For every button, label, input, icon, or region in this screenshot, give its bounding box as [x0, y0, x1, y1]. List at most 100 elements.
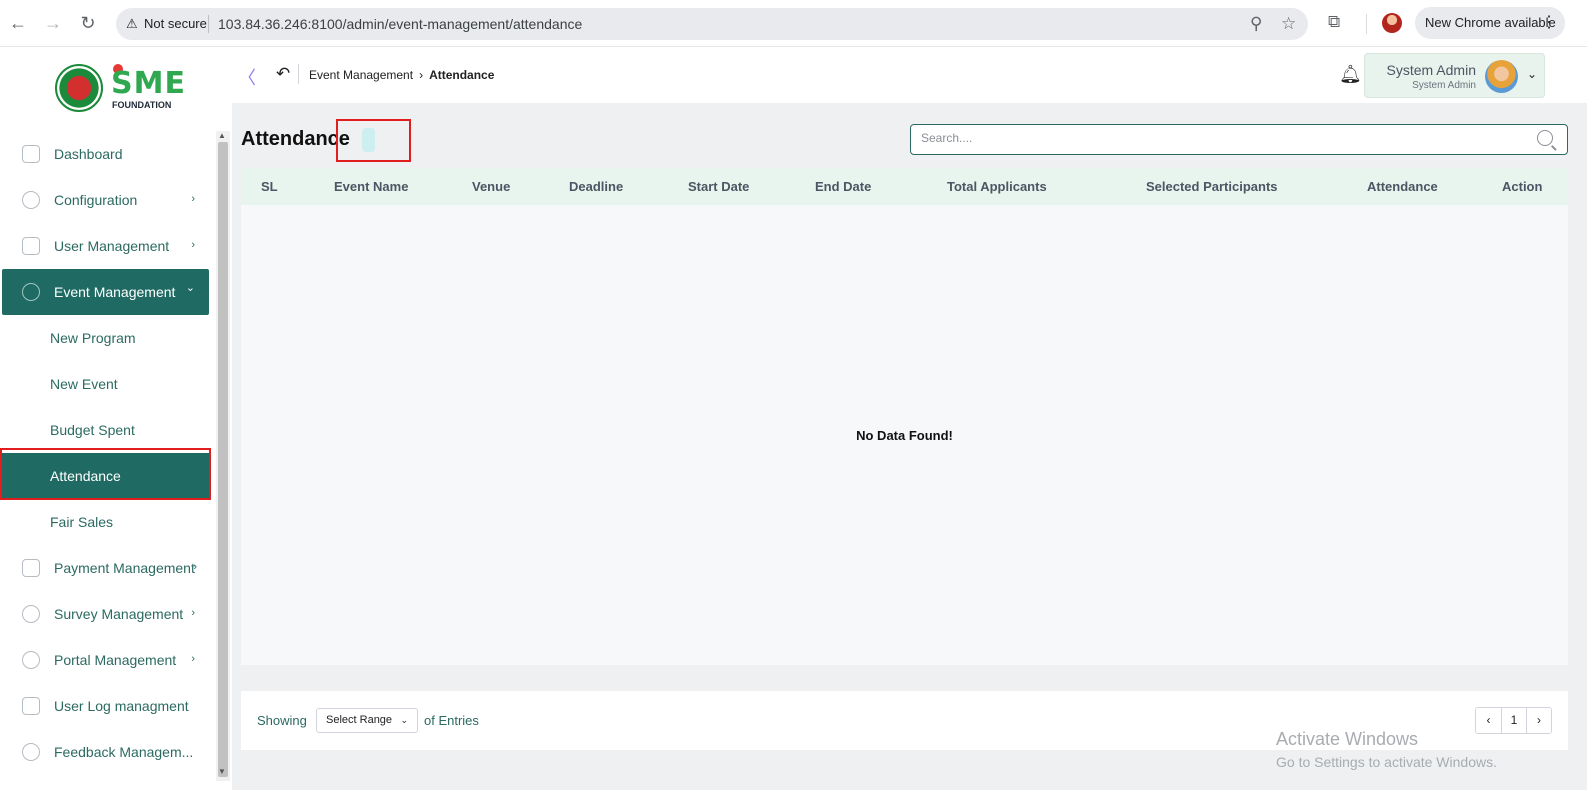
- sidebar-subitem-fair-sales[interactable]: Fair Sales: [2, 499, 209, 545]
- sidebar-subitem-label: New Event: [50, 376, 118, 392]
- avatar: [1485, 60, 1518, 93]
- sidebar-item-label: Feedback Managem...: [54, 744, 194, 760]
- activate-windows-title: Activate Windows: [1276, 729, 1419, 749]
- sidebar-subitem-budget-spent[interactable]: Budget Spent: [2, 407, 209, 453]
- page-number-button[interactable]: 1: [1501, 708, 1526, 733]
- back-icon[interactable]: ←: [7, 12, 29, 34]
- column-header-venue: Venue: [472, 179, 511, 194]
- column-header-total-applicants: Total Applicants: [947, 179, 1047, 194]
- update-chrome-button[interactable]: New Chrome available ⋮: [1415, 7, 1565, 39]
- column-header-start-date: Start Date: [688, 179, 750, 194]
- column-header-action: Action: [1502, 179, 1543, 194]
- chevron-down-icon: ⌄: [185, 282, 195, 294]
- prev-page-button[interactable]: ‹: [1476, 708, 1501, 733]
- range-select[interactable]: Select Range ⌄: [316, 708, 418, 733]
- chevron-right-icon: ›: [191, 653, 195, 665]
- sidebar-item-survey-management[interactable]: Survey Management ›: [2, 591, 209, 637]
- chevron-down-icon: ⌄: [400, 715, 408, 725]
- breadcrumb-current: Attendance: [429, 68, 495, 82]
- sidebar-item-user-management[interactable]: User Management ›: [2, 223, 209, 269]
- sidebar-scroll-thumb[interactable]: [218, 142, 228, 777]
- sidebar-item-label: Event Management: [54, 284, 176, 300]
- toolbar-divider: [1366, 14, 1367, 34]
- forward-icon[interactable]: →: [42, 12, 64, 34]
- showing-label: Showing: [257, 713, 307, 728]
- address-bar[interactable]: ⚠ Not secure 103.84.36.246:8100/admin/ev…: [116, 8, 1308, 40]
- chevron-down-icon: ⌄: [1527, 67, 1538, 81]
- collapse-sidebar-icon[interactable]: 〈: [238, 64, 256, 90]
- sidebar-subitem-new-program[interactable]: New Program: [2, 315, 209, 361]
- breadcrumb-divider: [298, 64, 299, 84]
- sidebar-item-event-management[interactable]: Event Management ⌄: [2, 269, 209, 315]
- bell-icon[interactable]: 🔔︎: [1339, 64, 1362, 85]
- search-icon[interactable]: [1537, 130, 1553, 146]
- update-label: New Chrome available: [1425, 15, 1556, 30]
- profile-avatar[interactable]: [1382, 13, 1402, 33]
- entries-label: of Entries: [424, 713, 479, 728]
- logo-text: SME: [111, 66, 186, 101]
- empty-state-message: No Data Found!: [856, 428, 953, 443]
- sidebar-item-label: Payment Management: [54, 560, 195, 576]
- user-menu[interactable]: System Admin System Admin ⌄: [1364, 53, 1545, 98]
- sidebar-subitem-attendance[interactable]: Attendance: [2, 453, 209, 499]
- sidebar-item-payment-management[interactable]: Payment Management ›: [2, 545, 209, 591]
- sidebar-item-configuration[interactable]: Configuration ›: [2, 177, 209, 223]
- page-title: Attendance: [241, 128, 350, 150]
- government-seal-icon: [55, 64, 103, 112]
- user-name: System Admin: [1386, 62, 1476, 78]
- back-arrow-icon[interactable]: ↶: [276, 64, 290, 84]
- activate-windows-subtitle: Go to Settings to activate Windows.: [1276, 754, 1497, 770]
- sidebar-item-user-log[interactable]: User Log managment: [2, 683, 209, 729]
- menu-icon[interactable]: ⋮: [1541, 7, 1557, 39]
- security-label[interactable]: Not secure: [144, 16, 207, 31]
- column-header-attendance: Attendance: [1367, 179, 1438, 194]
- user-role: System Admin: [1412, 80, 1476, 91]
- sidebar-item-portal-management[interactable]: Portal Management ›: [2, 637, 209, 683]
- attendance-table: SL Event Name Venue Deadline Start Date …: [241, 168, 1568, 665]
- sidebar-subitem-label: Attendance: [50, 468, 121, 484]
- chevron-right-icon: ›: [419, 68, 424, 82]
- logo-subtitle: FOUNDATION: [112, 100, 172, 110]
- sidebar-item-label: Portal Management: [54, 652, 177, 668]
- column-header-deadline: Deadline: [569, 179, 624, 194]
- column-header-event-name: Event Name: [334, 179, 409, 194]
- sidebar-item-label: Configuration: [54, 192, 138, 208]
- reload-icon[interactable]: ↻: [77, 12, 99, 34]
- warning-icon[interactable]: ⚠: [126, 16, 138, 32]
- next-page-button[interactable]: ›: [1526, 708, 1551, 733]
- sidebar: SME FOUNDATION ▲ ▼ Dashboard Configurati…: [0, 47, 232, 790]
- breadcrumb-parent[interactable]: Event Management: [309, 68, 413, 82]
- breadcrumb: Event Management › Attendance: [309, 68, 494, 82]
- extensions-icon[interactable]: ⧉: [1328, 12, 1340, 32]
- range-select-value: Select Range: [326, 714, 393, 726]
- log-icon: [22, 697, 40, 715]
- payment-icon: [22, 559, 40, 577]
- scroll-up-icon[interactable]: ▲: [218, 131, 226, 140]
- sidebar-item-feedback-management[interactable]: Feedback Managem...: [2, 729, 209, 775]
- sme-foundation-logo[interactable]: SME FOUNDATION: [55, 64, 185, 112]
- star-icon[interactable]: ☆: [1281, 14, 1296, 34]
- column-header-end-date: End Date: [815, 179, 872, 194]
- grid-icon: [22, 145, 40, 163]
- browser-toolbar: ← → ↻ ⚠ Not secure 103.84.36.246:8100/ad…: [0, 0, 1587, 47]
- table-header: SL Event Name Venue Deadline Start Date …: [241, 168, 1568, 205]
- url-text[interactable]: 103.84.36.246:8100/admin/event-managemen…: [218, 16, 582, 32]
- omnibox-divider: [208, 15, 209, 33]
- config-icon: [22, 191, 40, 209]
- sidebar-item-dashboard[interactable]: Dashboard: [2, 131, 209, 177]
- zoom-icon[interactable]: ⚲: [1250, 14, 1262, 34]
- scroll-down-icon[interactable]: ▼: [218, 767, 226, 776]
- search-field[interactable]: [910, 124, 1568, 155]
- lock-icon: [22, 651, 40, 669]
- chevron-right-icon: ›: [193, 561, 197, 573]
- pie-icon: [22, 605, 40, 623]
- chevron-right-icon: ›: [191, 193, 195, 205]
- sidebar-subitem-new-event[interactable]: New Event: [2, 361, 209, 407]
- sidebar-menu: Dashboard Configuration › User Managemen…: [2, 131, 209, 775]
- sidebar-subitem-label: Fair Sales: [50, 514, 114, 530]
- search-input[interactable]: [921, 131, 1521, 145]
- shield-icon: [22, 237, 40, 255]
- chevron-right-icon: ›: [191, 607, 195, 619]
- sidebar-item-label: User Management: [54, 238, 170, 254]
- sidebar-item-label: User Log managment: [54, 698, 189, 714]
